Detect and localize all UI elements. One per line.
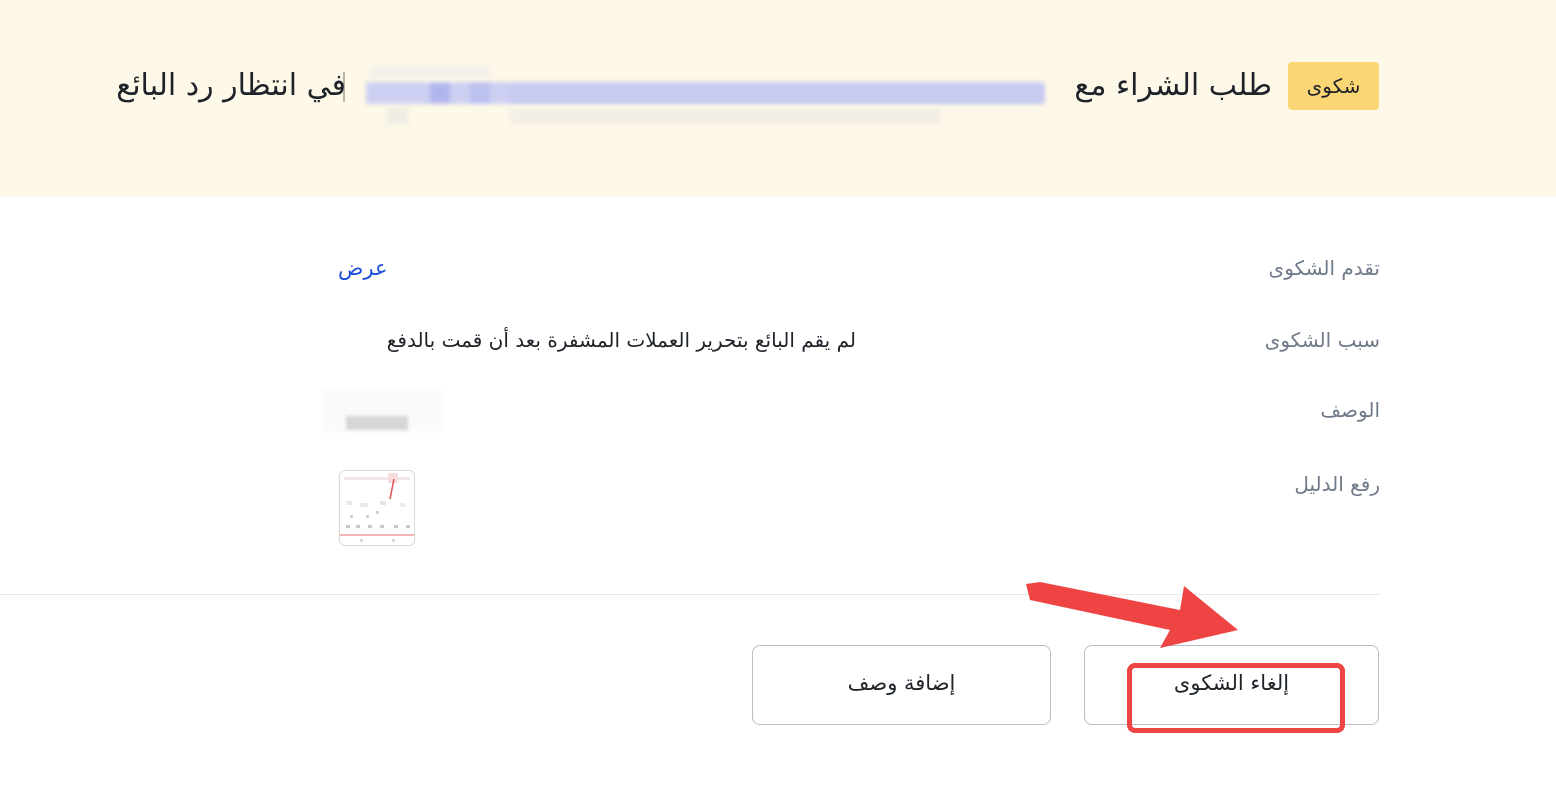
complaint-progress-label: تقدم الشكوى: [1268, 256, 1380, 280]
redacted-description-text: [346, 416, 408, 430]
evidence-upload-label: رفع الدليل: [1294, 472, 1380, 496]
evidence-thumbnail-image: [340, 471, 414, 545]
order-title-prefix: طلب الشراء مع: [1074, 68, 1272, 103]
complaint-badge: شكوى: [1288, 62, 1379, 110]
redacted-seller-name-fragment: [510, 108, 940, 124]
redacted-seller-name-fragment: [430, 84, 450, 102]
view-progress-link[interactable]: عرض: [338, 256, 388, 280]
redacted-seller-name-fragment: [510, 86, 1044, 102]
description-label: الوصف: [1320, 398, 1380, 422]
cancel-complaint-button[interactable]: إلغاء الشكوى: [1084, 645, 1379, 725]
cancel-complaint-label: إلغاء الشكوى: [1173, 671, 1290, 695]
redacted-seller-name-fragment: [470, 84, 490, 102]
complaint-reason-value: لم يقم البائع بتحرير العملات المشفرة بعد…: [386, 328, 856, 352]
redacted-seller-name-fragment: [386, 108, 408, 124]
complaint-header-banner: شكوى طلب الشراء مع في انتظار رد البائع: [0, 0, 1556, 197]
section-divider: [0, 594, 1380, 595]
complaint-page: شكوى طلب الشراء مع في انتظار رد البائع ت…: [0, 0, 1556, 804]
order-status-text: في انتظار رد البائع: [116, 68, 346, 103]
redacted-seller-name-fragment: [370, 66, 490, 78]
evidence-thumbnail[interactable]: [339, 470, 415, 546]
add-description-label: إضافة وصف: [847, 671, 956, 695]
complaint-reason-label: سبب الشكوى: [1264, 328, 1380, 352]
add-description-button[interactable]: إضافة وصف: [752, 645, 1051, 725]
